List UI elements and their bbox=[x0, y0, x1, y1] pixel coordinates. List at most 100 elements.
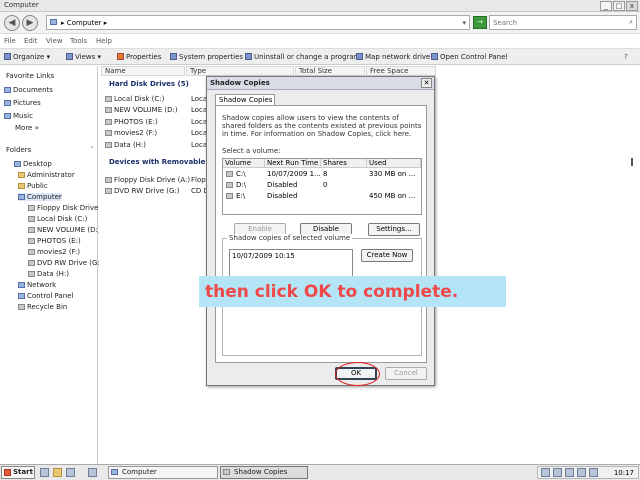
shares-column-header[interactable]: Shares bbox=[321, 159, 367, 168]
drive-item-d[interactable]: NEW VOLUME (D:) bbox=[105, 106, 178, 114]
network-tray-icon[interactable] bbox=[541, 468, 550, 477]
update-tray-icon[interactable] bbox=[577, 468, 586, 477]
drive-icon bbox=[28, 271, 35, 277]
tree-item-administrator[interactable]: Administrator bbox=[18, 171, 75, 179]
favorite-documents[interactable]: Documents bbox=[4, 86, 53, 94]
tree-item-recycle-bin[interactable]: Recycle Bin bbox=[18, 303, 67, 311]
settings-button[interactable]: Settings... bbox=[368, 223, 420, 236]
taskbar: Start Computer Shadow Copies 10:17 bbox=[0, 464, 640, 480]
volume-row[interactable]: D:\ Disabled 0 bbox=[223, 181, 421, 190]
tree-item-dvd-g[interactable]: DVD RW Drive (G:) bbox=[28, 259, 103, 267]
close-icon: ✕ bbox=[423, 79, 430, 87]
back-button[interactable]: ◀ bbox=[4, 15, 20, 31]
map-network-drive-button[interactable]: Map network drive bbox=[356, 53, 430, 61]
security-tray-icon[interactable] bbox=[565, 468, 574, 477]
menu-view[interactable]: View bbox=[46, 37, 63, 45]
column-header-total-size[interactable]: Total Size bbox=[295, 66, 365, 76]
column-splitter-icon[interactable] bbox=[631, 158, 633, 166]
chevron-up-icon[interactable]: ˄ bbox=[90, 146, 94, 154]
views-button[interactable]: Views ▾ bbox=[66, 53, 101, 61]
show-desktop-icon[interactable] bbox=[40, 468, 49, 477]
tree-item-data-h[interactable]: Data (H:) bbox=[28, 270, 69, 278]
dialog-close-button[interactable]: ✕ bbox=[421, 78, 432, 88]
volume-tray-icon[interactable] bbox=[553, 468, 562, 477]
server-manager-icon[interactable] bbox=[66, 468, 75, 477]
start-button[interactable]: Start bbox=[1, 466, 35, 479]
folder-icon bbox=[18, 183, 25, 189]
uninstall-program-button[interactable]: Uninstall or change a program bbox=[245, 53, 361, 61]
volume-row[interactable]: E:\ Disabled 450 MB on ... bbox=[223, 192, 421, 201]
drive-item-f[interactable]: movies2 (F:) bbox=[105, 129, 157, 137]
create-now-button[interactable]: Create Now bbox=[361, 249, 413, 262]
drive-item-e[interactable]: PHOTOS (E:) bbox=[105, 118, 158, 126]
favorite-pictures[interactable]: Pictures bbox=[4, 99, 41, 107]
shadow-copy-item[interactable]: 10/07/2009 10:15 bbox=[232, 252, 295, 260]
address-dropdown-icon[interactable]: ▾ bbox=[462, 19, 466, 27]
taskbar-item-shadow-copies[interactable]: Shadow Copies bbox=[220, 466, 308, 479]
search-input[interactable]: Search ⌕ bbox=[489, 15, 637, 30]
drive-icon bbox=[28, 249, 35, 255]
volume-list[interactable]: Volume Next Run Time Shares Used C:\ 10/… bbox=[222, 158, 422, 215]
address-bar[interactable]: ▸ Computer ▸ ▾ bbox=[46, 15, 470, 30]
menu-tools[interactable]: Tools bbox=[70, 37, 87, 45]
floppy-icon bbox=[105, 177, 112, 183]
tree-item-desktop[interactable]: Desktop bbox=[14, 160, 52, 168]
organize-button[interactable]: Organize ▾ bbox=[4, 53, 50, 61]
go-arrow-icon: → bbox=[477, 18, 483, 26]
drive-item-floppy[interactable]: Floppy Disk Drive (A:) bbox=[105, 176, 190, 184]
navigation-bar: ◀ ▶ ▸ Computer ▸ ▾ → Search ⌕ bbox=[0, 12, 640, 34]
menu-edit[interactable]: Edit bbox=[24, 37, 38, 45]
explorer-quicklaunch-icon[interactable] bbox=[53, 468, 62, 477]
minimize-button[interactable]: _ bbox=[600, 1, 612, 11]
column-header-name[interactable]: Name bbox=[101, 66, 185, 76]
search-icon[interactable]: ⌕ bbox=[629, 18, 633, 27]
drive-item-c[interactable]: Local Disk (C:) bbox=[105, 95, 164, 103]
computer-icon bbox=[50, 19, 57, 25]
volume-row[interactable]: C:\ 10/07/2009 1... 8 330 MB on ... bbox=[223, 170, 421, 179]
open-control-panel-button[interactable]: Open Control Panel bbox=[431, 53, 507, 61]
tree-item-computer[interactable]: Computer bbox=[18, 193, 62, 201]
tree-item-new-volume-d[interactable]: NEW VOLUME (D:) bbox=[28, 226, 101, 234]
tab-panel: Shadow copies allow users to view the co… bbox=[215, 105, 427, 363]
system-properties-button[interactable]: System properties bbox=[170, 53, 243, 61]
system-tray: 10:17 bbox=[537, 466, 639, 479]
tree-item-local-disk-c[interactable]: Local Disk (C:) bbox=[28, 215, 87, 223]
tree-item-control-panel[interactable]: Control Panel bbox=[18, 292, 73, 300]
server-tray-icon[interactable] bbox=[589, 468, 598, 477]
properties-button[interactable]: Properties bbox=[117, 53, 161, 61]
tree-item-photos-e[interactable]: PHOTOS (E:) bbox=[28, 237, 81, 245]
drive-icon bbox=[28, 227, 35, 233]
drive-item-h[interactable]: Data (H:) bbox=[105, 141, 146, 149]
maximize-button[interactable]: □ bbox=[613, 1, 625, 11]
menu-help[interactable]: Help bbox=[96, 37, 112, 45]
address-text: ▸ Computer ▸ bbox=[61, 19, 108, 27]
drive-icon bbox=[105, 142, 112, 148]
switch-windows-icon[interactable] bbox=[88, 468, 97, 477]
close-button[interactable]: x bbox=[626, 1, 638, 11]
taskbar-item-computer[interactable]: Computer bbox=[108, 466, 218, 479]
volume-column-header[interactable]: Volume bbox=[223, 159, 265, 168]
next-run-column-header[interactable]: Next Run Time bbox=[265, 159, 321, 168]
forward-button[interactable]: ▶ bbox=[22, 15, 38, 31]
go-button[interactable]: → bbox=[473, 16, 487, 29]
control-panel-icon bbox=[18, 293, 25, 299]
tree-item-movies2-f[interactable]: movies2 (F:) bbox=[28, 248, 80, 256]
column-header-type[interactable]: Type bbox=[186, 66, 294, 76]
help-icon[interactable]: ? bbox=[624, 53, 628, 61]
drive-item-dvd[interactable]: DVD RW Drive (G:) bbox=[105, 187, 180, 195]
windows-logo-icon bbox=[4, 469, 11, 476]
pictures-icon bbox=[4, 100, 11, 106]
tree-item-public[interactable]: Public bbox=[18, 182, 48, 190]
music-icon bbox=[4, 113, 11, 119]
column-header-free-space[interactable]: Free Space bbox=[366, 66, 436, 76]
tree-item-network[interactable]: Network bbox=[18, 281, 56, 289]
cancel-button[interactable]: Cancel bbox=[385, 367, 427, 380]
network-drive-icon bbox=[356, 53, 363, 60]
drive-icon bbox=[105, 119, 112, 125]
more-links[interactable]: More » bbox=[15, 124, 39, 132]
used-column-header[interactable]: Used bbox=[367, 159, 421, 168]
documents-icon bbox=[4, 87, 11, 93]
clock[interactable]: 10:17 bbox=[614, 469, 634, 477]
favorite-music[interactable]: Music bbox=[4, 112, 33, 120]
menu-file[interactable]: File bbox=[4, 37, 16, 45]
